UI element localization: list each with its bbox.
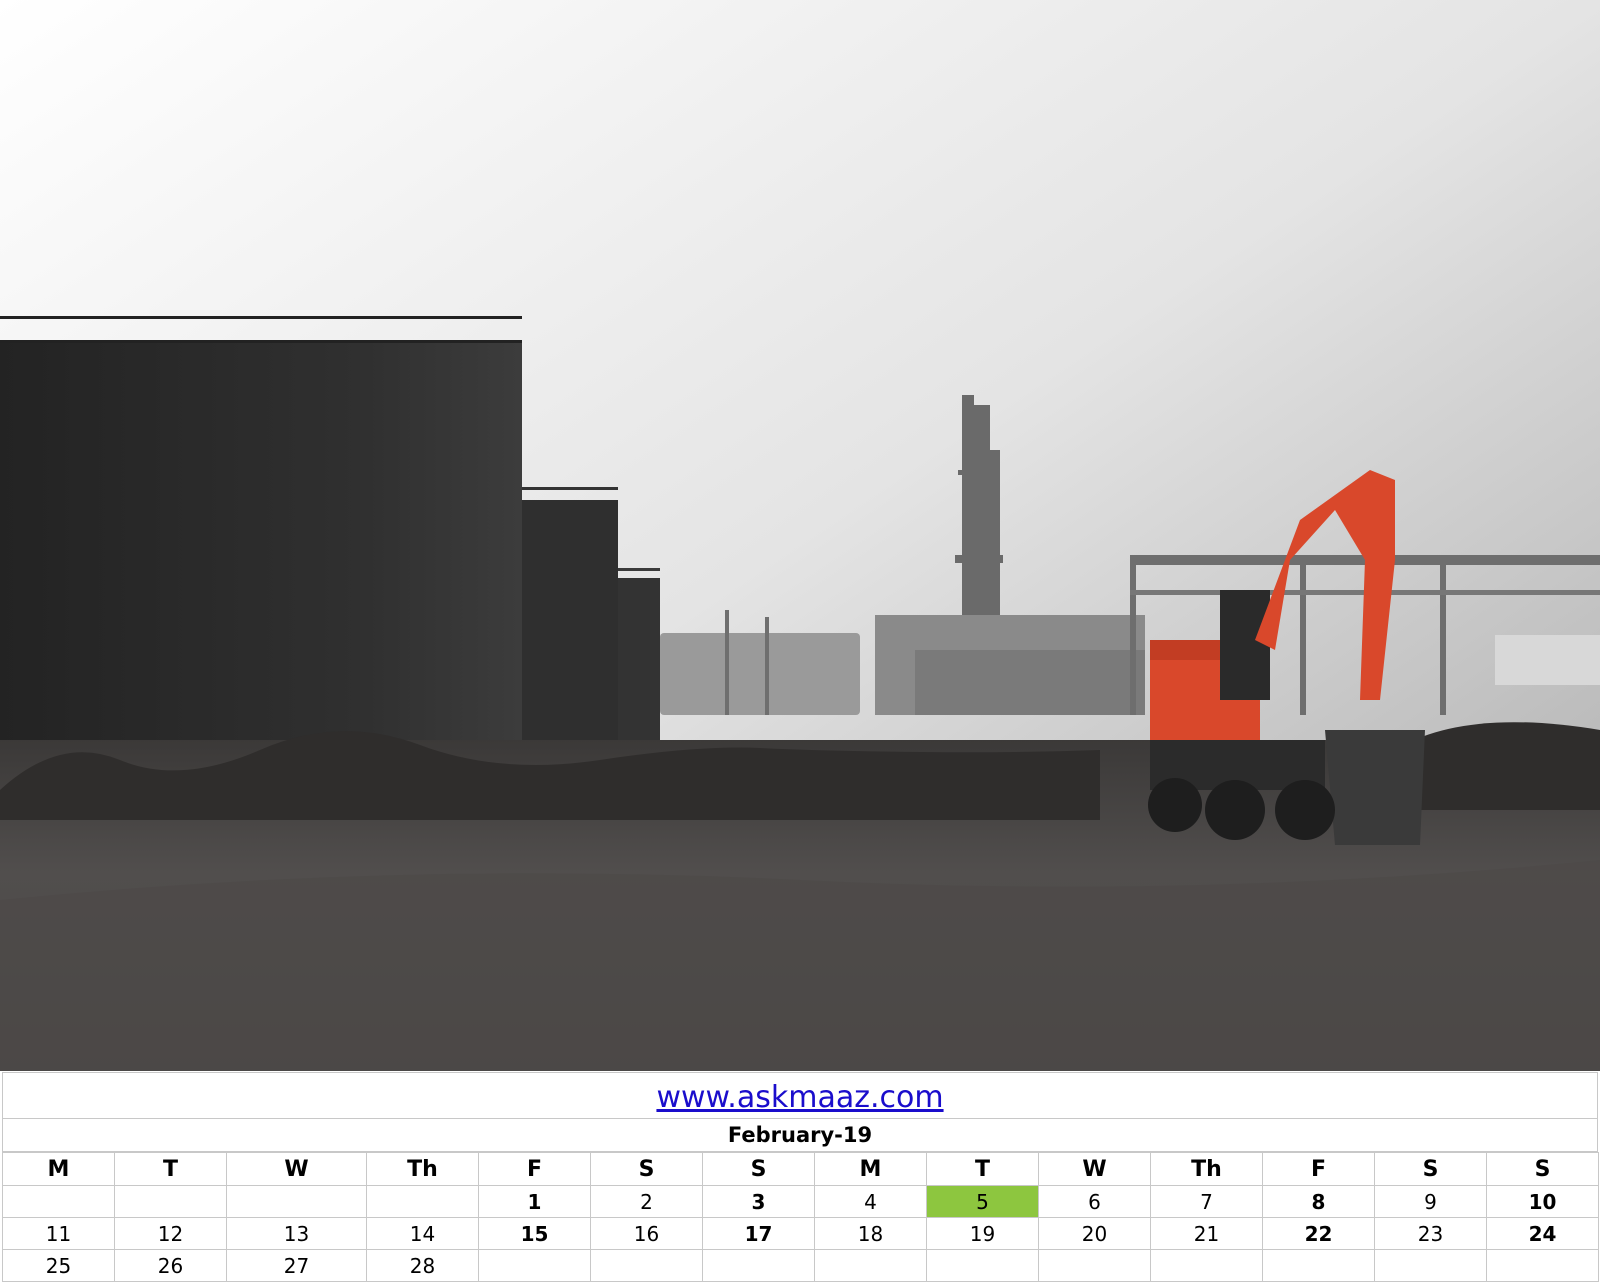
calendar-grid: M T W Th F S S M T W Th F S S 1 2 3 4 5 6 7 8 9 10 11 12 13 14 15 16 1… (2, 1152, 1599, 1282)
day-cell: 26 (114, 1249, 227, 1282)
day-cell: 23 (1374, 1217, 1487, 1250)
empty-cell (1374, 1249, 1487, 1282)
day-cell: 11 (2, 1217, 115, 1250)
empty-cell (926, 1249, 1039, 1282)
weekday-header: W (226, 1152, 367, 1186)
weekday-header: S (1486, 1152, 1599, 1186)
month-title: February-19 (2, 1119, 1598, 1152)
day-cell: 25 (2, 1249, 115, 1282)
day-cell: 6 (1038, 1185, 1151, 1218)
empty-cell (1486, 1249, 1599, 1282)
weekday-header: F (1262, 1152, 1375, 1186)
weekday-header: M (814, 1152, 927, 1186)
weekday-header: S (702, 1152, 815, 1186)
empty-cell (1150, 1249, 1263, 1282)
day-cell: 16 (590, 1217, 703, 1250)
day-cell: 3 (702, 1185, 815, 1218)
empty-cell (1262, 1249, 1375, 1282)
day-cell: 15 (478, 1217, 591, 1250)
day-cell: 17 (702, 1217, 815, 1250)
weekday-header: S (590, 1152, 703, 1186)
weekday-header: Th (1150, 1152, 1263, 1186)
day-cell: 7 (1150, 1185, 1263, 1218)
weekday-header-row: M T W Th F S S M T W Th F S S (2, 1152, 1599, 1186)
week-row: 1 2 3 4 5 6 7 8 9 10 (2, 1185, 1599, 1218)
day-cell: 20 (1038, 1217, 1151, 1250)
day-cell: 14 (366, 1217, 479, 1250)
empty-cell (814, 1249, 927, 1282)
weekday-header: Th (366, 1152, 479, 1186)
calendar: www.askmaaz.com February-19 M T W Th F S S M T W T… (0, 1071, 1600, 1288)
week-row: 25 26 27 28 (2, 1249, 1599, 1282)
weekday-header: M (2, 1152, 115, 1186)
day-cell: 28 (366, 1249, 479, 1282)
day-cell: 18 (814, 1217, 927, 1250)
weekday-header: T (926, 1152, 1039, 1186)
day-cell: 27 (226, 1249, 367, 1282)
day-cell: 24 (1486, 1217, 1599, 1250)
industrial-banner-photo (0, 0, 1600, 1071)
weekday-header: S (1374, 1152, 1487, 1186)
empty-cell (1038, 1249, 1151, 1282)
empty-cell (702, 1249, 815, 1282)
empty-cell (226, 1185, 367, 1218)
day-cell: 12 (114, 1217, 227, 1250)
day-cell: 1 (478, 1185, 591, 1218)
weekday-header: W (1038, 1152, 1151, 1186)
weekday-header: F (478, 1152, 591, 1186)
weekday-header: T (114, 1152, 227, 1186)
day-cell: 2 (590, 1185, 703, 1218)
empty-cell (478, 1249, 591, 1282)
week-row: 11 12 13 14 15 16 17 18 19 20 21 22 23 24 (2, 1217, 1599, 1250)
empty-cell (114, 1185, 227, 1218)
day-cell: 10 (1486, 1185, 1599, 1218)
empty-cell (590, 1249, 703, 1282)
website-link[interactable]: www.askmaaz.com (656, 1080, 943, 1115)
website-row: www.askmaaz.com (2, 1072, 1598, 1119)
day-cell: 4 (814, 1185, 927, 1218)
day-cell: 13 (226, 1217, 367, 1250)
day-cell: 5 (926, 1185, 1039, 1218)
empty-cell (366, 1185, 479, 1218)
day-cell: 8 (1262, 1185, 1375, 1218)
day-cell: 9 (1374, 1185, 1487, 1218)
day-cell: 19 (926, 1217, 1039, 1250)
day-cell: 22 (1262, 1217, 1375, 1250)
day-cell: 21 (1150, 1217, 1263, 1250)
empty-cell (2, 1185, 115, 1218)
